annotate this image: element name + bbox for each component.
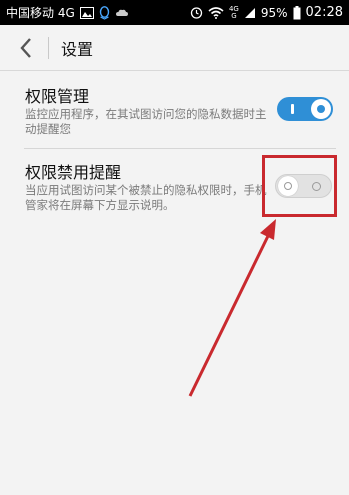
app-header: 设置 — [0, 25, 349, 71]
toggle-knob — [311, 99, 331, 119]
alarm-icon — [190, 6, 203, 19]
qq-icon — [99, 5, 110, 20]
toggle-on-mark — [291, 104, 294, 114]
signal-icon — [244, 7, 256, 19]
weather-icon — [115, 8, 129, 18]
header-divider — [48, 36, 49, 59]
setting-title: 权限禁用提醒 — [25, 163, 122, 182]
image-icon — [79, 6, 94, 19]
setting-title: 权限管理 — [25, 87, 90, 106]
clock: 02:28 — [305, 5, 343, 20]
back-button[interactable] — [16, 36, 36, 60]
status-bar: 中国移动 4G 4G G 95% 02:28 — [0, 0, 349, 25]
permission-management-toggle[interactable] — [277, 97, 333, 121]
network-bottom-label: G — [231, 11, 237, 20]
row-divider — [24, 148, 336, 149]
highlight-box — [262, 155, 337, 217]
network-type: 4G G — [229, 5, 239, 20]
battery-icon — [293, 5, 301, 20]
setting-description: 当应用试图访问某个被禁止的隐私权限时，手机管家将在屏幕下方显示说明。 — [25, 183, 267, 212]
wifi-icon — [208, 6, 224, 19]
page-title: 设置 — [61, 39, 94, 59]
carrier-label: 中国移动 4G — [6, 6, 75, 20]
annotation-arrow — [188, 219, 276, 397]
setting-description: 监控应用程序，在其试图访问您的隐私数据时主动提醒您 — [25, 107, 267, 136]
chevron-left-icon — [20, 37, 31, 58]
battery-percent: 95% — [260, 5, 288, 20]
setting-permission-management[interactable]: 权限管理 监控应用程序，在其试图访问您的隐私数据时主动提醒您 — [0, 80, 349, 148]
